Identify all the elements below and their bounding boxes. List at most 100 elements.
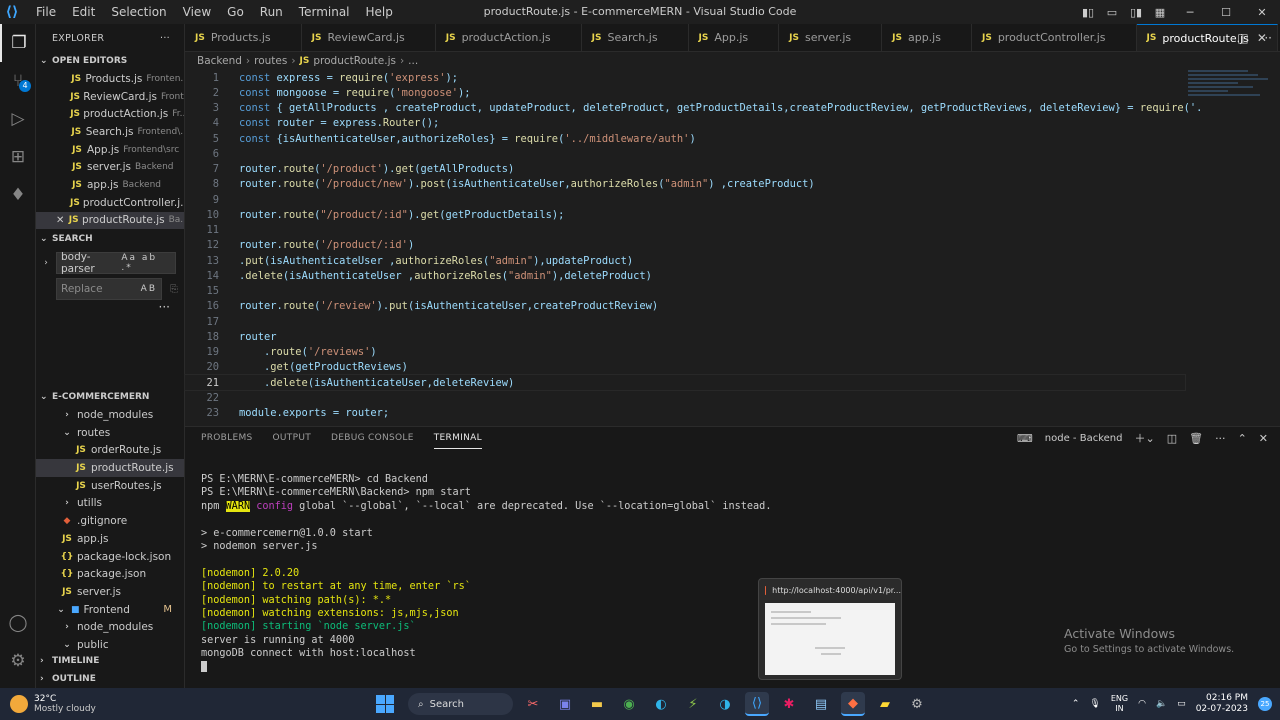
- run-debug-icon[interactable]: ▷: [0, 100, 36, 138]
- tree-item[interactable]: › node_modules: [36, 406, 184, 424]
- code-line[interactable]: 4 const router = express.Router();: [185, 116, 1185, 131]
- code-line[interactable]: 1 const express = require('express');: [185, 70, 1185, 85]
- tree-item[interactable]: {} package-lock.json: [36, 548, 184, 566]
- minimize-icon[interactable]: ─: [1172, 6, 1208, 19]
- app-icon-1[interactable]: ✂: [521, 692, 545, 716]
- more-actions-icon[interactable]: ···: [1215, 432, 1226, 445]
- open-editor-item[interactable]: JSProducts.jsFronten...: [36, 70, 184, 88]
- open-editor-item[interactable]: JSReviewCard.jsFront...: [36, 88, 184, 106]
- maximize-panel-icon[interactable]: ⌃: [1238, 432, 1247, 445]
- code-line[interactable]: 22: [185, 390, 1185, 405]
- open-editor-item[interactable]: JS App.js Frontend\src: [36, 141, 184, 159]
- taskbar-preview[interactable]: http://localhost:4000/api/v1/pr...: [758, 578, 902, 680]
- battery-icon[interactable]: ▭: [1177, 699, 1186, 709]
- tab-output[interactable]: OUTPUT: [273, 427, 311, 449]
- menu-file[interactable]: File: [28, 0, 64, 24]
- breadcrumb-item[interactable]: routes: [254, 55, 287, 67]
- clock[interactable]: 02:16 PM 02-07-2023: [1196, 693, 1248, 715]
- timeline-section[interactable]: › TIMELINE: [36, 652, 184, 670]
- close-panel-icon[interactable]: ✕: [1259, 432, 1268, 445]
- search-options-icon[interactable]: Aa ab .*: [121, 253, 171, 273]
- tree-item[interactable]: ◆ .gitignore: [36, 512, 184, 530]
- customize-layout-icon[interactable]: ▦: [1148, 6, 1172, 19]
- preserve-case-icon[interactable]: AB: [141, 284, 157, 294]
- close-window-icon[interactable]: ✕: [1244, 6, 1280, 19]
- code-line[interactable]: 13 .put(isAuthenticateUser ,authorizeRole…: [185, 253, 1185, 268]
- code-line[interactable]: 5 const {isAuthenticateUser,authorizeRole…: [185, 131, 1185, 146]
- language-indicator[interactable]: ENG IN: [1111, 694, 1128, 714]
- tree-item[interactable]: JS orderRoute.js: [36, 442, 184, 460]
- open-editor-item[interactable]: ✕ JSproductRoute.jsBa...: [36, 211, 184, 230]
- replace-all-icon[interactable]: ⎘: [170, 284, 184, 295]
- menu-terminal[interactable]: Terminal: [291, 0, 358, 24]
- toggle-replace-icon[interactable]: ›: [36, 258, 56, 268]
- settings-icon[interactable]: ⚙: [905, 692, 929, 716]
- editor-tab[interactable]: JS productController.js: [972, 24, 1137, 51]
- minimap[interactable]: [1188, 70, 1268, 120]
- code-line[interactable]: 10 router.route("/product/:id").get(getPr…: [185, 207, 1185, 222]
- kill-terminal-icon[interactable]: 🗑: [1189, 432, 1203, 445]
- tree-item[interactable]: › node_modules: [36, 618, 184, 636]
- account-icon[interactable]: ◯: [0, 604, 36, 642]
- code-line[interactable]: 11: [185, 223, 1185, 238]
- outline-section[interactable]: › OUTLINE: [36, 670, 184, 688]
- tab-terminal[interactable]: TERMINAL: [433, 427, 482, 449]
- open-editor-item[interactable]: JS server.js Backend: [36, 158, 184, 176]
- search-input[interactable]: body-parser Aa ab .*: [56, 251, 176, 275]
- editor-tab[interactable]: JS ReviewCard.js: [302, 24, 436, 51]
- code-line[interactable]: 19 .route('/reviews'): [185, 345, 1185, 360]
- brave-icon[interactable]: ◆: [841, 692, 865, 716]
- open-editors-section[interactable]: ⌄ OPEN EDITORS: [36, 52, 184, 70]
- menu-go[interactable]: Go: [219, 0, 252, 24]
- close-editor-icon[interactable]: ✕: [56, 215, 64, 226]
- extensions-icon[interactable]: ⊞: [0, 138, 36, 176]
- editor-tab[interactable]: JS server.js: [779, 24, 883, 51]
- menu-help[interactable]: Help: [358, 0, 401, 24]
- code-line[interactable]: 18 router: [185, 329, 1185, 344]
- editor-tab[interactable]: JS Search.js: [582, 24, 689, 51]
- editor-tab[interactable]: JS Products.js: [185, 24, 302, 51]
- vscode-taskbar-icon[interactable]: ⟨⟩: [745, 692, 769, 716]
- tree-item[interactable]: ⌄ ■ Frontend M: [36, 601, 184, 619]
- tab-debug-console[interactable]: DEBUG CONSOLE: [331, 427, 414, 449]
- microphone-icon[interactable]: 🎙: [1089, 699, 1100, 709]
- more-actions-icon[interactable]: ···: [1261, 31, 1272, 45]
- tree-item[interactable]: JS userRoutes.js: [36, 477, 184, 495]
- file-explorer-icon[interactable]: ▬: [585, 692, 609, 716]
- editor-tab[interactable]: JS productAction.js: [436, 24, 582, 51]
- menu-view[interactable]: View: [175, 0, 219, 24]
- more-actions-icon[interactable]: ···: [160, 33, 170, 44]
- teams-icon[interactable]: ▣: [553, 692, 577, 716]
- tree-item[interactable]: {} package.json: [36, 565, 184, 583]
- tab-problems[interactable]: PROBLEMS: [201, 427, 253, 449]
- mongodb-icon[interactable]: ♦: [0, 176, 36, 214]
- open-editor-item[interactable]: JS productController.j...: [36, 194, 184, 212]
- terminal-name[interactable]: node - Backend: [1045, 433, 1123, 444]
- tree-item[interactable]: JS productRoute.js: [36, 459, 184, 477]
- search-section[interactable]: ⌄ SEARCH: [36, 230, 184, 248]
- tree-item[interactable]: ⌄ routes: [36, 424, 184, 442]
- toggle-secondary-sidebar-icon[interactable]: ▯▮: [1124, 6, 1148, 19]
- code-line[interactable]: 16 router.route('/review').put(isAuthenti…: [185, 299, 1185, 314]
- code-line[interactable]: 23 module.exports = router;: [185, 406, 1185, 421]
- menu-run[interactable]: Run: [252, 0, 291, 24]
- editor-tab[interactable]: JS app.js: [882, 24, 972, 51]
- breadcrumb-item[interactable]: ...: [408, 55, 418, 67]
- wifi-icon[interactable]: ◠: [1138, 699, 1146, 709]
- tree-item[interactable]: › utills: [36, 495, 184, 513]
- editor-tab[interactable]: JS App.js: [689, 24, 780, 51]
- start-icon[interactable]: [376, 695, 394, 713]
- code-line[interactable]: 17: [185, 314, 1185, 329]
- edge-icon[interactable]: ◐: [649, 692, 673, 716]
- app-icon-3[interactable]: ▤: [809, 692, 833, 716]
- code-line[interactable]: 6: [185, 146, 1185, 161]
- code-line[interactable]: 7 router.route('/product').get(getAllProd…: [185, 162, 1185, 177]
- toggle-sidebar-icon[interactable]: ▮▯: [1076, 6, 1100, 19]
- code-line[interactable]: 14 .delete(isAuthenticateUser ,authorizeR…: [185, 268, 1185, 283]
- terminal-output[interactable]: PS E:\MERN\E-commerceMERN> cd Backend PS …: [201, 473, 771, 674]
- breadcrumb-item[interactable]: productRoute.js: [313, 55, 396, 67]
- chevron-up-icon[interactable]: ⌃: [1072, 699, 1080, 709]
- chrome-icon[interactable]: ◉: [617, 692, 641, 716]
- split-terminal-icon[interactable]: ◫: [1167, 432, 1177, 445]
- notifications-badge[interactable]: 25: [1258, 697, 1272, 711]
